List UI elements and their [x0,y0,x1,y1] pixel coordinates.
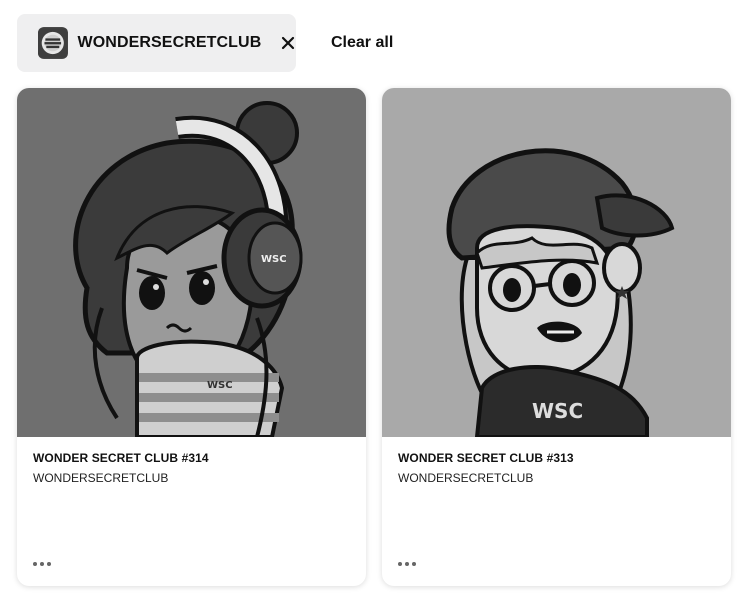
close-icon[interactable] [279,34,296,52]
wsc-headphone-logo: WSC [261,254,287,265]
chip-label: WONDERSECRETCLUB [77,34,262,51]
wsc-shirt-logo: WSC [532,399,583,423]
collection-logo-icon [38,27,68,59]
nft-collection-name[interactable]: WONDERSECRETCLUB [33,471,350,485]
nft-title: WONDER SECRET CLUB #313 [398,451,574,465]
collection-filter-chip[interactable]: WONDERSECRETCLUB [17,14,296,72]
nft-card[interactable]: WSC WSC WONDER SECRET CLUB #314 WONDERSE… [17,88,366,586]
wsc-shirt-logo: WSC [207,380,233,391]
nft-title: WONDER SECRET CLUB #314 [33,451,209,465]
more-horizontal-icon[interactable] [398,556,422,572]
nft-card[interactable]: WSC WONDER SECRET CLUB #313 WONDERSECRET… [382,88,731,586]
nft-image[interactable]: WSC [382,88,731,437]
clear-all-button[interactable]: Clear all [331,34,393,52]
nft-collection-name[interactable]: WONDERSECRETCLUB [398,471,715,485]
filter-bar: WONDERSECRETCLUB [17,14,296,72]
nft-image[interactable]: WSC WSC [17,88,366,437]
more-horizontal-icon[interactable] [33,556,57,572]
